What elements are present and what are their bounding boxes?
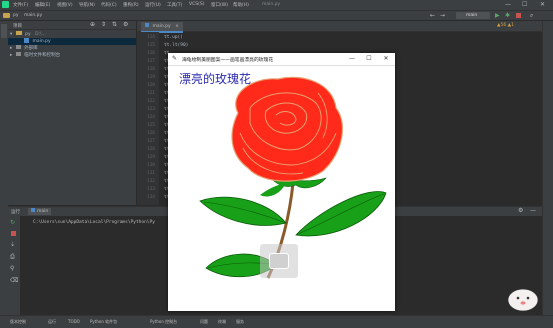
trash-icon[interactable]: ⌫ — [10, 277, 18, 284]
chevron-right-icon: ▸ — [10, 53, 13, 58]
turtle-graphics-window: ✎ 海龟绘制美丽图案——画笔画漂亮的玫瑰花 — ☐ ✕ 漂亮的玫瑰花 — [168, 53, 395, 311]
collapse-icon[interactable]: ⇕ — [101, 21, 106, 28]
rerun-icon[interactable]: ↻ — [10, 219, 15, 226]
inspection-widget[interactable]: ▲56 ▲1 — [497, 23, 514, 28]
gear-icon[interactable]: ⚙ — [123, 21, 128, 28]
bottom-tab-python-console[interactable]: Python 控制台 — [150, 319, 177, 325]
project-panel-header: 项目 ⊕ ⇕ ⇅ ⚙ — [8, 21, 136, 30]
locate-icon[interactable]: ⊕ — [90, 21, 95, 28]
python-file-icon — [31, 208, 35, 212]
run-output-line: C:\Users\sun\AppData\Local\Programs\Pyth… — [33, 220, 155, 225]
run-tab-main[interactable]: main — [28, 208, 52, 215]
menu-item-tools[interactable]: 工具(T) — [167, 2, 182, 8]
cartoon-sticker-icon — [507, 288, 539, 312]
code-line[interactable]: tt.up() — [164, 35, 183, 40]
menu-item-vcs[interactable]: VCS(S) — [189, 2, 204, 7]
chevron-down-icon: ▾ — [10, 32, 13, 37]
tree-item-label: 外部库 — [24, 46, 38, 51]
menu-item-edit[interactable]: 编辑(E) — [35, 2, 50, 8]
expand-icon[interactable]: ⇅ — [112, 21, 117, 28]
menu-item-view[interactable]: 视图(V) — [57, 2, 73, 8]
stop-icon[interactable] — [11, 231, 16, 236]
sepal — [260, 183, 286, 197]
folder-icon[interactable] — [3, 13, 10, 18]
forward-arrow-icon[interactable]: → — [440, 12, 445, 19]
menu-item-run[interactable]: 运行(U) — [145, 2, 161, 8]
toolbar: py main.py ← → main ▶ ✱ ⌕ — [0, 11, 553, 21]
canvas-title: 漂亮的玫瑰花 — [179, 72, 252, 86]
menu-item-help[interactable]: 帮助(H) — [233, 2, 249, 8]
folder-icon — [15, 31, 22, 35]
menu-item-window[interactable]: 窗口(W) — [211, 2, 228, 8]
library-icon — [15, 45, 21, 49]
search-icon[interactable]: ⌕ — [530, 12, 533, 20]
run-play-icon[interactable]: ▶ — [495, 12, 500, 19]
tree-item-path: D:\... — [35, 32, 46, 37]
tree-item-main-py[interactable]: main.py — [8, 38, 136, 45]
tree-item-label: main.py — [32, 39, 51, 44]
run-toolbar: ↻ ⇣ ⎙ ⚲ ⌫ — [8, 216, 20, 316]
pin-icon[interactable]: ⚲ — [10, 265, 14, 272]
turtle-icon — [269, 253, 289, 269]
bottom-tab-terminal[interactable]: 终端 — [218, 319, 226, 325]
tree-item-label: 临时文件和控制台 — [24, 53, 61, 58]
run-header-label: 运行 — [11, 210, 20, 215]
bottom-tab-run[interactable]: 运行 — [48, 319, 56, 325]
project-panel: 项目 ⊕ ⇕ ⇅ ⚙ ▾ py D:\... main.py ▸ 外部库 ▸ 临… — [8, 21, 136, 205]
project-header-label[interactable]: 项目 — [13, 23, 22, 29]
editor-tab-bar: main.py × ▲56 ▲1 — [137, 21, 542, 33]
maximize-icon[interactable]: ☐ — [522, 1, 527, 8]
scroll-down-icon[interactable]: ⇣ — [10, 241, 15, 248]
run-tab-label: main — [37, 209, 49, 214]
menu-item-file[interactable]: 文件(F) — [13, 2, 28, 8]
python-file-icon — [145, 23, 149, 27]
bottom-tab-problems[interactable]: 问题 — [200, 319, 208, 325]
menu-item-refactor[interactable]: 重构(R) — [123, 2, 139, 8]
breadcrumb-file[interactable]: main.py — [24, 13, 42, 18]
breadcrumb-project[interactable]: py — [13, 13, 19, 18]
bottom-tab-vcs[interactable]: 版本控制 — [10, 319, 26, 325]
print-icon[interactable]: ⎙ — [10, 253, 15, 261]
bottom-tab-python-packages[interactable]: Python 软件包 — [90, 319, 117, 325]
close-tab-icon[interactable]: × — [175, 24, 179, 29]
turtle-cursor-overlay — [260, 244, 298, 278]
menu-item-navigate[interactable]: 导航(N) — [79, 2, 95, 8]
stop-icon[interactable] — [516, 13, 521, 18]
tree-item-label: py — [25, 32, 31, 37]
menu-item-code[interactable]: 代码(C) — [101, 2, 117, 8]
tree-item-scratches[interactable]: ▸ 临时文件和控制台 — [8, 52, 136, 59]
leaf — [199, 196, 287, 226]
bottom-tab-services[interactable]: 服务 — [236, 319, 244, 325]
minimize-icon[interactable]: — — [505, 1, 511, 8]
rose-petal — [264, 102, 308, 134]
scratch-icon — [15, 52, 21, 56]
python-file-icon — [24, 38, 29, 43]
run-config-label: main — [466, 13, 478, 18]
project-tool-button[interactable] — [1, 24, 7, 38]
right-tool-strip — [542, 21, 553, 317]
tree-item-project[interactable]: ▾ py D:\... — [8, 31, 136, 38]
tree-item-external-libraries[interactable]: ▸ 外部库 — [8, 45, 136, 52]
tab-label: main.py — [152, 24, 171, 29]
close-icon[interactable]: ✕ — [540, 1, 545, 8]
bottom-tab-todo[interactable]: TODO — [68, 319, 80, 324]
chevron-right-icon: ▸ — [10, 46, 13, 51]
code-line[interactable]: tt.lt(90) — [164, 43, 188, 48]
hide-panel-icon[interactable]: — — [530, 207, 536, 214]
menu-bar: 文件(F) 编辑(E) 视图(V) 导航(N) 代码(C) 重构(R) 运行(U… — [0, 0, 553, 11]
back-arrow-icon[interactable]: ← — [430, 12, 435, 19]
bottom-tool-bar: 版本控制 运行 TODO Python 软件包 Python 控制台 问题 终端… — [0, 315, 553, 328]
app-logo-icon — [2, 1, 9, 8]
gear-icon[interactable]: ⚙ — [518, 207, 523, 214]
window-title: main.py — [262, 2, 281, 7]
debug-icon[interactable]: ✱ — [505, 12, 510, 19]
